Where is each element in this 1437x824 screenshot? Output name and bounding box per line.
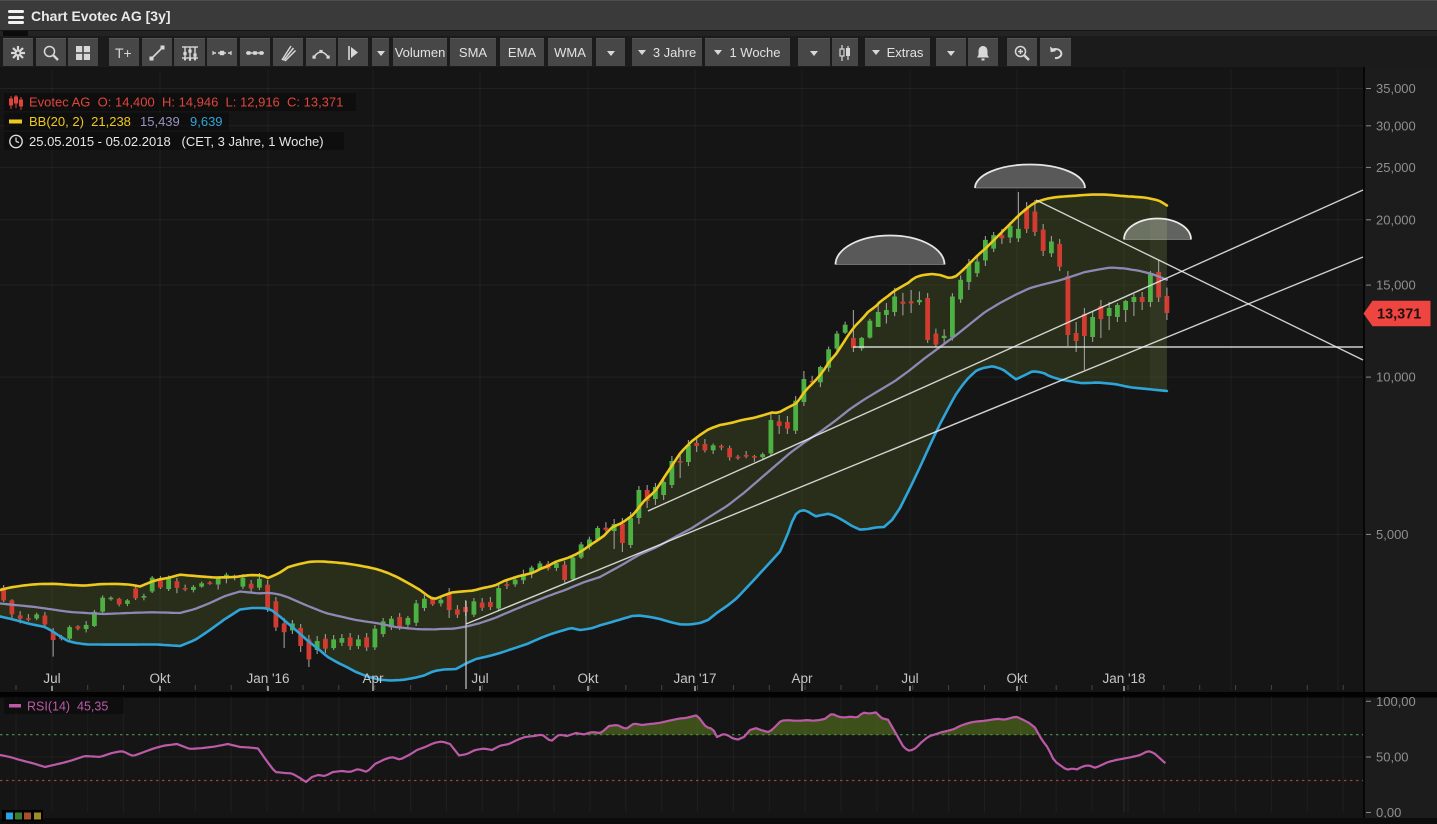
svg-text:0,00: 0,00 [1376,805,1401,820]
svg-text:Okt: Okt [577,671,598,686]
svg-text:Jan '16: Jan '16 [246,671,289,686]
svg-text:Jul: Jul [901,671,918,686]
svg-text:25.05.2015 - 05.02.2018 (CET: 25.05.2015 - 05.02.2018 (CET, 3 Jahre, 1… [29,134,324,149]
svg-text:Jul: Jul [471,671,488,686]
svg-text:100,00: 100,00 [1376,694,1416,709]
svg-text:Okt: Okt [149,671,170,686]
svg-text:13,371: 13,371 [1377,307,1421,323]
svg-text:RSI(14) 45,35: RSI(14) 45,35 [27,700,108,714]
svg-text:Jul: Jul [43,671,60,686]
svg-text:BB(20, 2) 21,238: BB(20, 2) 21,238 [29,114,131,129]
svg-text:T+: T+ [115,45,132,61]
svg-text:Evotec AG O: 14,400 H: 14,94: Evotec AG O: 14,400 H: 14,946 L: 12,916 … [29,95,343,110]
svg-text:30,000: 30,000 [1376,118,1416,133]
svg-text:35,000: 35,000 [1376,81,1416,96]
svg-text:9,639: 9,639 [190,114,223,129]
svg-text:25,000: 25,000 [1376,160,1416,175]
svg-text:Apr: Apr [362,671,384,686]
svg-text:20,000: 20,000 [1376,212,1416,227]
svg-text:5,000: 5,000 [1376,527,1409,542]
svg-text:10,000: 10,000 [1376,370,1416,385]
svg-text:15,000: 15,000 [1376,278,1416,293]
svg-text:Apr: Apr [791,671,813,686]
svg-text:Jan '17: Jan '17 [673,671,716,686]
svg-text:15,439: 15,439 [140,114,180,129]
svg-text:50,00: 50,00 [1376,750,1409,765]
svg-text:Okt: Okt [1006,671,1027,686]
svg-text:Jan '18: Jan '18 [1102,671,1145,686]
